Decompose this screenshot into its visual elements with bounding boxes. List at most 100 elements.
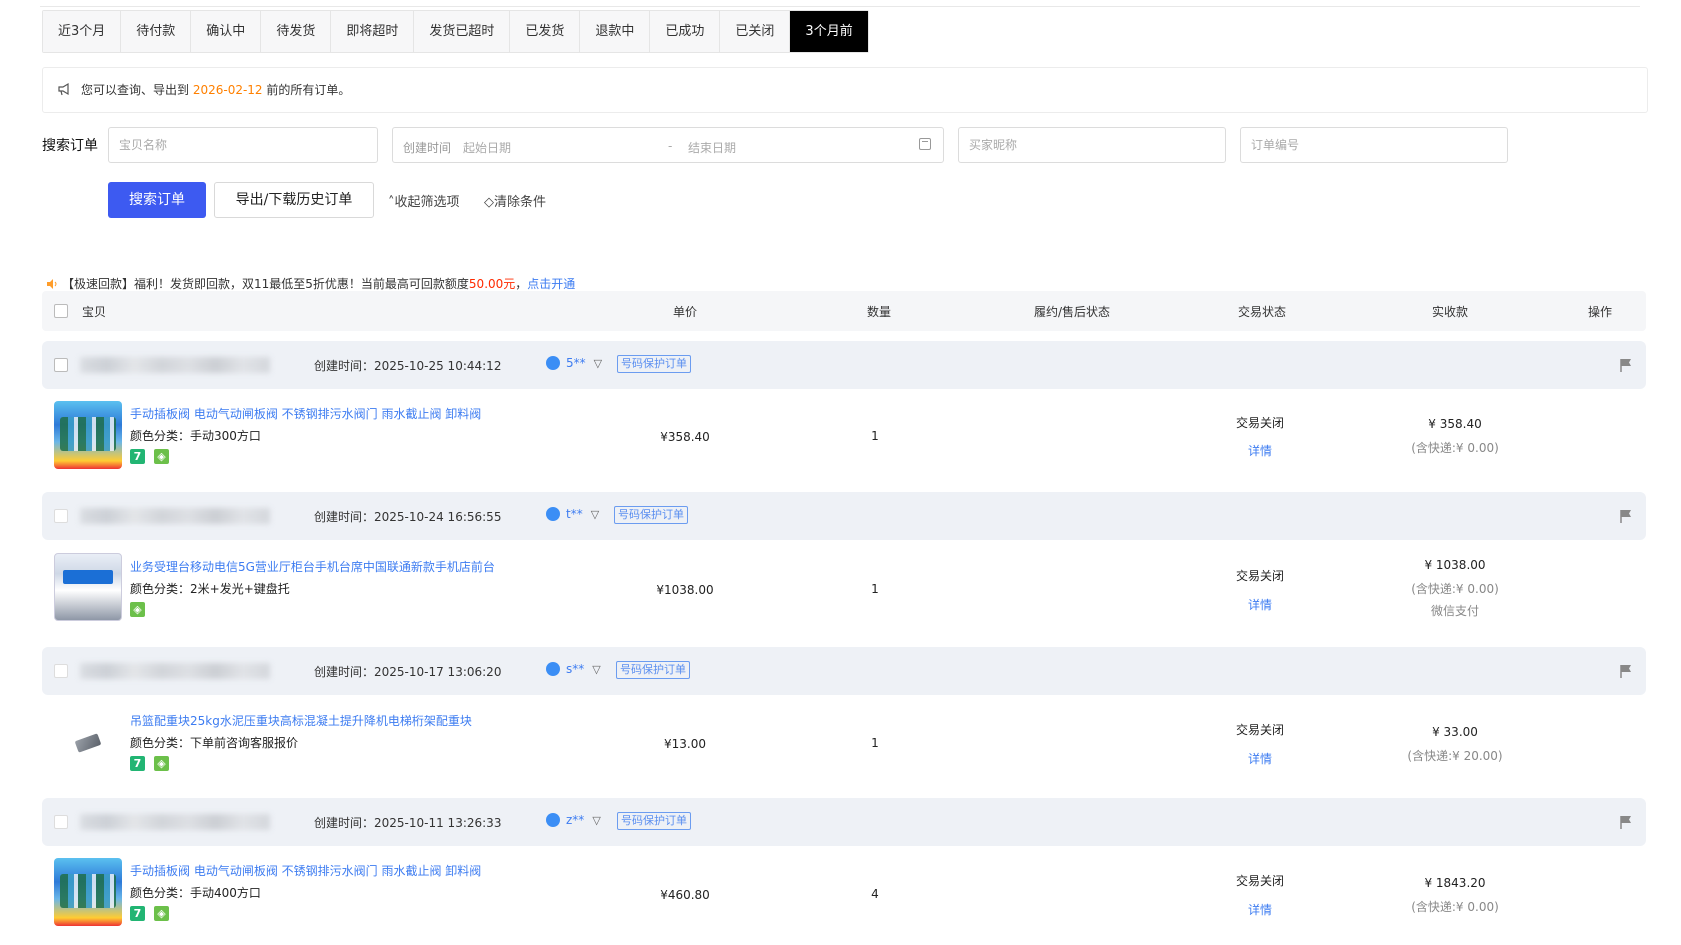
quantity: 4 — [871, 887, 879, 901]
product-spec: 颜色分类：手动300方口 — [130, 429, 261, 443]
order-checkbox[interactable] — [54, 664, 68, 678]
export-notice: 您可以查询、导出到 2026-02-12 前的所有订单。 — [42, 67, 1648, 113]
order-header: 创建时间：2025-10-11 13:26:33 z** ▽ 号码保护订单 — [42, 798, 1646, 846]
wangwang-icon — [546, 662, 560, 676]
th-action: 操作 — [1588, 305, 1613, 319]
promo-text: 【极速回款】福利！发货即回款，双11最低至5折优惠！当前最高可回款额度 — [62, 277, 469, 291]
product-thumbnail[interactable] — [54, 707, 122, 775]
tab-shipment-overdue[interactable]: 发货已超时 — [414, 11, 511, 52]
flag-icon[interactable] — [1620, 815, 1632, 829]
search-orders-button[interactable]: 搜索订单 — [108, 182, 206, 218]
product-thumbnail[interactable] — [54, 858, 122, 926]
speaker-icon — [47, 279, 57, 289]
notice-suffix: 前的所有订单。 — [262, 83, 351, 97]
trade-status: 交易关闭 — [1235, 874, 1284, 888]
product-thumbnail[interactable] — [54, 401, 122, 469]
payment-method: 微信支付 — [1430, 604, 1479, 618]
start-date-input[interactable]: 起始日期 — [463, 139, 511, 156]
collapse-filters-link[interactable]: ˄收起筛选项 — [388, 191, 460, 210]
filter-icon[interactable]: ▽ — [594, 357, 602, 370]
tab-pending-payment[interactable]: 待付款 — [121, 11, 192, 52]
wangwang-icon — [546, 507, 560, 521]
tab-recent-3-months[interactable]: 近3个月 — [43, 11, 122, 52]
product-thumbnail[interactable] — [54, 553, 122, 621]
unit-price: ¥1038.00 — [656, 583, 714, 597]
paid-amount: ¥ 1038.00 — [1424, 558, 1486, 572]
order-header: 创建时间：2025-10-25 10:44:12 5** ▽ 号码保护订单 — [42, 341, 1646, 389]
order-checkbox[interactable] — [54, 509, 68, 523]
created-date-range[interactable]: 创建时间 起始日期 - 结束日期 — [392, 127, 944, 163]
wangwang-icon — [546, 813, 560, 827]
end-date-input[interactable]: 结束日期 — [688, 139, 736, 156]
order-checkbox[interactable] — [54, 815, 68, 829]
order-id-redacted — [80, 357, 270, 373]
filter-icon[interactable]: ▽ — [592, 663, 600, 676]
product-title-link[interactable]: 手动插板阀 电动气动闸板阀 不锈钢排污水阀门 雨水截止阀 卸料阀 — [130, 405, 481, 422]
buyer-link[interactable]: 5** ▽ — [546, 356, 602, 370]
filter-icon[interactable]: ▽ — [591, 508, 599, 521]
promo-sep: ， — [515, 277, 528, 291]
order-checkbox[interactable] — [54, 358, 68, 372]
product-title-link[interactable]: 业务受理台移动电信5G营业厅柜台手机台席中国联通新款手机店前台 — [130, 558, 495, 575]
tab-shipped[interactable]: 已发货 — [510, 11, 581, 52]
flag-icon[interactable] — [1620, 358, 1632, 372]
detail-link[interactable]: 详情 — [1220, 596, 1300, 613]
tab-pending-shipment[interactable]: 待发货 — [261, 11, 332, 52]
number-protection-tag: 号码保护订单 — [617, 812, 691, 830]
buyer-link[interactable]: z** ▽ — [546, 813, 601, 827]
detail-link[interactable]: 详情 — [1220, 442, 1300, 459]
promo-open-link[interactable]: 点击开通 — [527, 277, 575, 291]
unit-price: ¥460.80 — [660, 888, 710, 902]
clear-conditions-label: 清除条件 — [494, 195, 547, 210]
clear-conditions-link[interactable]: ◇清除条件 — [484, 191, 546, 210]
unit-price: ¥13.00 — [664, 737, 706, 751]
detail-link[interactable]: 详情 — [1220, 750, 1300, 767]
order-id-redacted — [80, 663, 270, 679]
filter-icon[interactable]: ▽ — [592, 814, 600, 827]
product-title-link[interactable]: 手动插板阀 电动气动闸板阀 不锈钢排污水阀门 雨水截止阀 卸料阀 — [130, 862, 481, 879]
promo-amount: 50.00元 — [468, 277, 516, 291]
tab-closed[interactable]: 已关闭 — [720, 11, 791, 52]
shipping-fee: (含快递:¥ 0.00) — [1411, 441, 1499, 455]
product-title-link[interactable]: 吊篮配重块25kg水泥压重块高标混凝土提升降机电梯桁架配重块 — [130, 712, 472, 729]
export-history-button[interactable]: 导出/下载历史订单 — [214, 182, 374, 218]
detail-link[interactable]: 详情 — [1220, 901, 1300, 918]
order-created-time: 创建时间：2025-10-25 10:44:12 — [314, 359, 502, 373]
th-status: 交易状态 — [1238, 305, 1287, 319]
item-name-input[interactable] — [108, 127, 378, 163]
seven-day-return-icon: 7 — [130, 449, 145, 464]
buyer-nickname-input[interactable] — [958, 127, 1226, 163]
tab-confirming[interactable]: 确认中 — [191, 11, 262, 52]
th-item: 宝贝 — [82, 305, 107, 319]
order-id-redacted — [80, 814, 270, 830]
tab-succeeded[interactable]: 已成功 — [650, 11, 721, 52]
th-paid: 实收款 — [1432, 305, 1469, 319]
calendar-icon[interactable] — [919, 138, 931, 150]
flag-icon[interactable] — [1620, 664, 1632, 678]
buyer-link[interactable]: t** ▽ — [546, 507, 599, 521]
paid-amount: ¥ 358.40 — [1428, 417, 1482, 431]
tab-about-to-timeout[interactable]: 即将超时 — [331, 11, 415, 52]
order-number-input[interactable] — [1240, 127, 1508, 163]
date-separator: - — [668, 139, 673, 153]
paid-amount: ¥ 1843.20 — [1424, 876, 1486, 890]
tab-refunding[interactable]: 退款中 — [580, 11, 651, 52]
product-spec: 颜色分类：下单前咨询客服报价 — [130, 736, 299, 750]
quantity: 1 — [871, 736, 879, 750]
shipping-fee: (含快递:¥ 20.00) — [1407, 749, 1503, 763]
trade-status: 交易关闭 — [1235, 723, 1284, 737]
order-created-time: 创建时间：2025-10-24 16:56:55 — [314, 510, 502, 524]
buyer-link[interactable]: s** ▽ — [546, 662, 601, 676]
unit-price: ¥358.40 — [660, 430, 710, 444]
order-header: 创建时间：2025-10-24 16:56:55 t** ▽ 号码保护订单 — [42, 492, 1646, 540]
trade-status: 交易关闭 — [1235, 569, 1284, 583]
tab-3-months-ago[interactable]: 3个月前 — [790, 11, 868, 52]
buyer-name: 5** — [566, 356, 586, 370]
order-created-time: 创建时间：2025-10-11 13:26:33 — [314, 816, 502, 830]
created-time-label: 创建时间 — [403, 141, 452, 155]
flag-icon[interactable] — [1620, 509, 1632, 523]
shipping-fee: (含快递:¥ 0.00) — [1411, 582, 1499, 596]
select-all-checkbox[interactable] — [54, 304, 68, 318]
quantity: 1 — [871, 429, 879, 443]
product-spec: 颜色分类：手动400方口 — [130, 886, 261, 900]
